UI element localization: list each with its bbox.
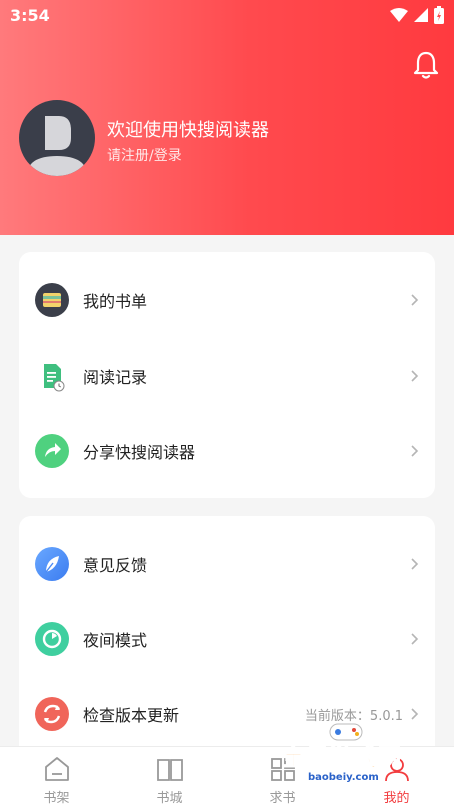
battery-charging-icon [434,6,444,24]
chevron-right-icon [411,294,419,306]
status-icons [390,6,444,24]
menu-item-label: 分享快搜阅读器 [83,443,196,462]
menu-item-feedback[interactable]: 意见反馈 [19,534,435,594]
menu-item-label: 意见反馈 [83,556,148,575]
chevron-right-icon [411,445,419,457]
chevron-right-icon [411,633,419,645]
chevron-right-icon [411,558,419,570]
login-link[interactable]: 请注册/登录 [107,145,182,165]
menu-item-booklist[interactable]: 我的书单 [19,270,435,330]
menu-item-share[interactable]: 分享快搜阅读器 [19,421,435,481]
tab-label: 我的 [383,791,410,806]
update-icon [35,697,69,731]
menu-item-label: 阅读记录 [83,368,148,387]
menu-item-reading-record[interactable]: 阅读记录 [19,346,435,406]
menu-item-night-mode[interactable]: 夜间模式 [19,609,435,669]
notification-bell-icon[interactable] [412,50,440,80]
version-text: 当前版本：5.0.1 [304,708,403,724]
home-icon [45,757,69,781]
night-mode-icon [35,622,69,656]
chevron-right-icon [411,370,419,382]
book-icon [157,759,183,781]
menu-item-label: 夜间模式 [83,631,148,650]
user-icon [385,758,409,782]
profile-header: 3:54 欢迎使用快搜阅读器 请注册/登录 [0,0,454,235]
grid-icon [271,758,295,781]
chevron-right-icon [411,708,419,720]
booklist-icon [35,283,69,317]
tab-bookstore[interactable]: 书城 [113,747,226,807]
tab-bookshelf[interactable]: 书架 [0,747,113,807]
reading-record-icon [35,359,69,393]
tab-label: 求书 [269,791,296,806]
menu-card-secondary: 意见反馈 夜间模式 检查版本更新 当前版本：5.0.1 [19,516,435,766]
tab-label: 书城 [156,791,183,806]
bottom-tab-bar: 书架 书城 求书 我的 [0,746,454,807]
wifi-icon [390,8,408,22]
avatar[interactable] [19,100,95,176]
welcome-title[interactable]: 欢迎使用快搜阅读器 [107,116,269,142]
tab-mine[interactable]: 我的 [340,747,453,807]
share-icon [35,434,69,468]
tab-request-book[interactable]: 求书 [226,747,339,807]
tab-label: 书架 [43,791,70,806]
feedback-icon [35,547,69,581]
status-bar: 3:54 [0,0,454,32]
default-avatar-icon [27,116,87,176]
menu-item-label: 我的书单 [83,292,148,311]
signal-icon [414,8,428,22]
menu-item-check-update[interactable]: 检查版本更新 当前版本：5.0.1 [19,684,435,744]
status-time: 3:54 [10,6,50,25]
menu-item-label: 检查版本更新 [83,706,180,725]
menu-card-primary: 我的书单 阅读记录 分享快搜阅读器 [19,252,435,498]
